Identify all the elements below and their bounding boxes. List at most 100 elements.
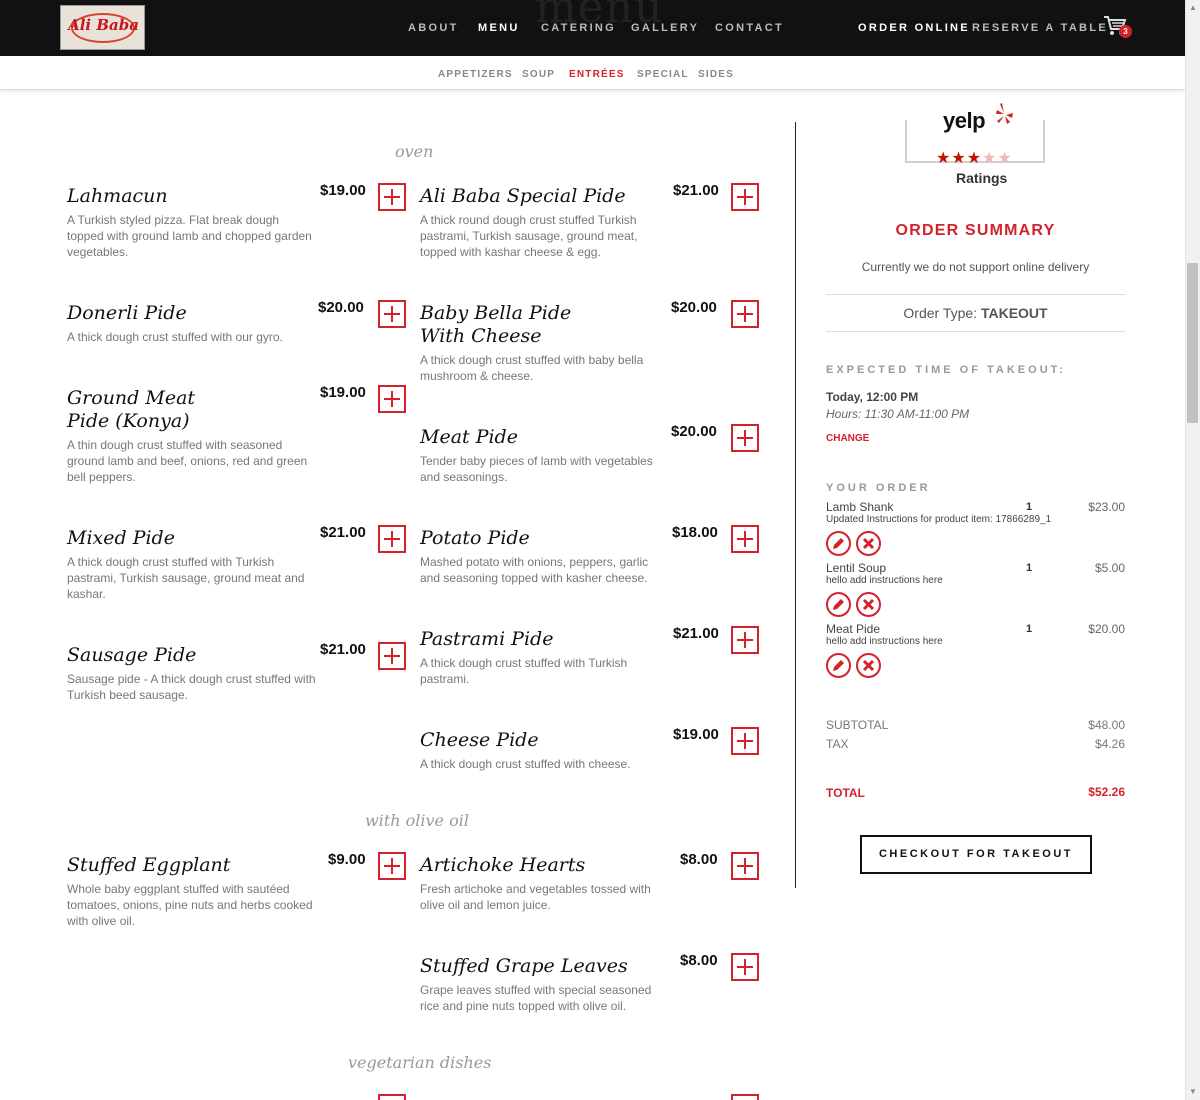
item-price: $19.00 [320,384,366,401]
add-to-cart-button[interactable] [378,183,406,211]
menu-item-baby-bella-pide: Baby Bella Pide With Cheese A thick doug… [420,299,760,384]
item-price: $8.00 [680,952,718,969]
tax-label: TAX [826,737,849,751]
item-price: $8.00 [680,851,718,868]
star-icon: ★ [982,150,998,167]
remove-item-button[interactable] [856,592,881,617]
menu-item-potato-pide: Potato Pide Mashed potato with onions, p… [420,524,760,586]
menu-item-mixed-pide: Mixed Pide A thick dough crust stuffed w… [67,524,407,602]
item-description: Sausage pide - A thick dough crust stuff… [67,672,316,702]
menu-item-stuffed-eggplant: Stuffed Eggplant Whole baby eggplant stu… [67,851,407,929]
item-price: $21.00 [320,641,366,658]
item-price: $9.00 [328,851,366,868]
order-item-qty: 1 [1026,501,1033,513]
item-name: Potato Pide [420,527,530,549]
expected-time-label: EXPECTED TIME OF TAKEOUT: [826,364,1066,376]
edit-item-button[interactable] [826,653,851,678]
menu-item-cheese-pide: Cheese Pide A thick dough crust stuffed … [420,726,760,772]
add-to-cart-button[interactable] [731,183,759,211]
yelp-logo-text[interactable]: yelp [943,108,986,134]
cart-count-badge: 3 [1119,25,1132,38]
total-label: TOTAL [826,786,865,800]
checkout-button[interactable]: CHECKOUT FOR TAKEOUT [860,835,1092,874]
item-name: Meat Pide [420,426,518,448]
add-to-cart-button[interactable] [378,852,406,880]
subnav-sides[interactable]: SIDES [698,69,734,80]
add-to-cart-button[interactable] [731,953,759,981]
add-to-cart-button[interactable] [378,642,406,670]
item-price: $18.00 [672,524,718,541]
divider [826,294,1125,295]
restaurant-logo[interactable]: Ali Baba [60,5,145,50]
add-to-cart-button[interactable] [731,424,759,452]
add-to-cart-button[interactable] [378,525,406,553]
order-summary-heading: ORDER SUMMARY [895,222,1056,239]
order-item-price: $23.00 [1088,500,1125,514]
star-icon: ★ [936,150,952,167]
menu-item-pastrami-pide: Pastrami Pide A thick dough crust stuffe… [420,625,760,687]
change-time-link[interactable]: CHANGE [826,433,869,444]
scroll-up-arrow-icon[interactable]: ▲ [1189,3,1197,12]
nav-about[interactable]: ABOUT [408,22,459,34]
add-to-cart-button[interactable] [731,852,759,880]
remove-item-button[interactable] [856,531,881,556]
scroll-down-arrow-icon[interactable]: ▼ [1189,1087,1197,1096]
yelp-burst-icon [996,100,1014,130]
item-description: A thick dough crust stuffed with baby be… [420,353,644,383]
item-price: $21.00 [673,182,719,199]
order-item-name: Lamb Shank [826,500,894,514]
nav-reserve-table[interactable]: RESERVE A TABLE [972,22,1108,34]
item-description: A thick dough crust stuffed with Turkish… [420,656,628,686]
item-name: Donerli Pide [67,302,187,324]
item-description: A thin dough crust stuffed with seasoned… [67,438,308,484]
subnav-appetizers[interactable]: APPETIZERS [438,69,513,80]
item-description: A thick dough crust stuffed with Turkish… [67,555,305,601]
menu-item-ground-meat-pide: Ground Meat Pide (Konya) A thin dough cr… [67,384,407,485]
yelp-ratings-label: Ratings [956,170,1008,186]
logo-text: Ali Baba [68,16,139,34]
item-name: Baby Bella Pide With Cheese [420,302,572,347]
top-navbar: Ali Baba menu ABOUT MENU CATERING GALLER… [0,0,1185,56]
scrollbar-track[interactable] [1185,0,1200,1100]
item-name: Ground Meat Pide (Konya) [67,387,196,432]
nav-catering[interactable]: CATERING [541,22,616,34]
subnav-special[interactable]: SPECIAL [637,69,689,80]
order-item-name: Lentil Soup [826,561,887,575]
edit-item-button[interactable] [826,531,851,556]
order-item-note: Updated Instructions for product item: 1… [826,514,1052,525]
item-name: Cheese Pide [420,729,539,751]
add-to-cart-button[interactable] [378,300,406,328]
subnav-soup[interactable]: SOUP [522,69,555,80]
item-description: Grape leaves stuffed with special season… [420,983,652,1013]
item-name: Pastrami Pide [420,628,554,650]
item-name: Ali Baba Special Pide [420,185,626,207]
item-price: $20.00 [671,299,717,316]
nav-order-online[interactable]: ORDER ONLINE [858,22,970,34]
nav-menu[interactable]: MENU [478,22,520,34]
order-item-price: $5.00 [1094,561,1125,575]
add-to-cart-button[interactable] [731,727,759,755]
remove-item-button[interactable] [856,653,881,678]
item-description: Fresh artichoke and vegetables tossed wi… [420,882,651,912]
subtotal-label: SUBTOTAL [826,718,889,732]
add-to-cart-button[interactable] [731,626,759,654]
add-to-cart-button[interactable] [378,385,406,413]
nav-contact[interactable]: CONTACT [715,22,784,34]
pencil-icon [833,538,844,549]
section-title-olive-oil: with olive oil [365,811,469,830]
close-icon [862,537,875,550]
total-value: $52.26 [1088,785,1125,799]
scrollbar-thumb[interactable] [1187,263,1198,423]
add-to-cart-button[interactable] [731,1094,759,1100]
star-icon: ★ [997,150,1013,167]
nav-gallery[interactable]: GALLERY [631,22,699,34]
add-to-cart-button[interactable] [731,300,759,328]
order-item-qty: 1 [1026,562,1033,574]
subnav-entrees[interactable]: ENTRÉES [569,69,625,80]
add-to-cart-button[interactable] [731,525,759,553]
edit-item-button[interactable] [826,592,851,617]
cart-button[interactable]: 3 [1103,15,1133,41]
add-to-cart-button[interactable] [378,1094,406,1100]
item-name: Stuffed Eggplant [67,854,231,876]
delivery-note: Currently we do not support online deliv… [861,260,1090,274]
